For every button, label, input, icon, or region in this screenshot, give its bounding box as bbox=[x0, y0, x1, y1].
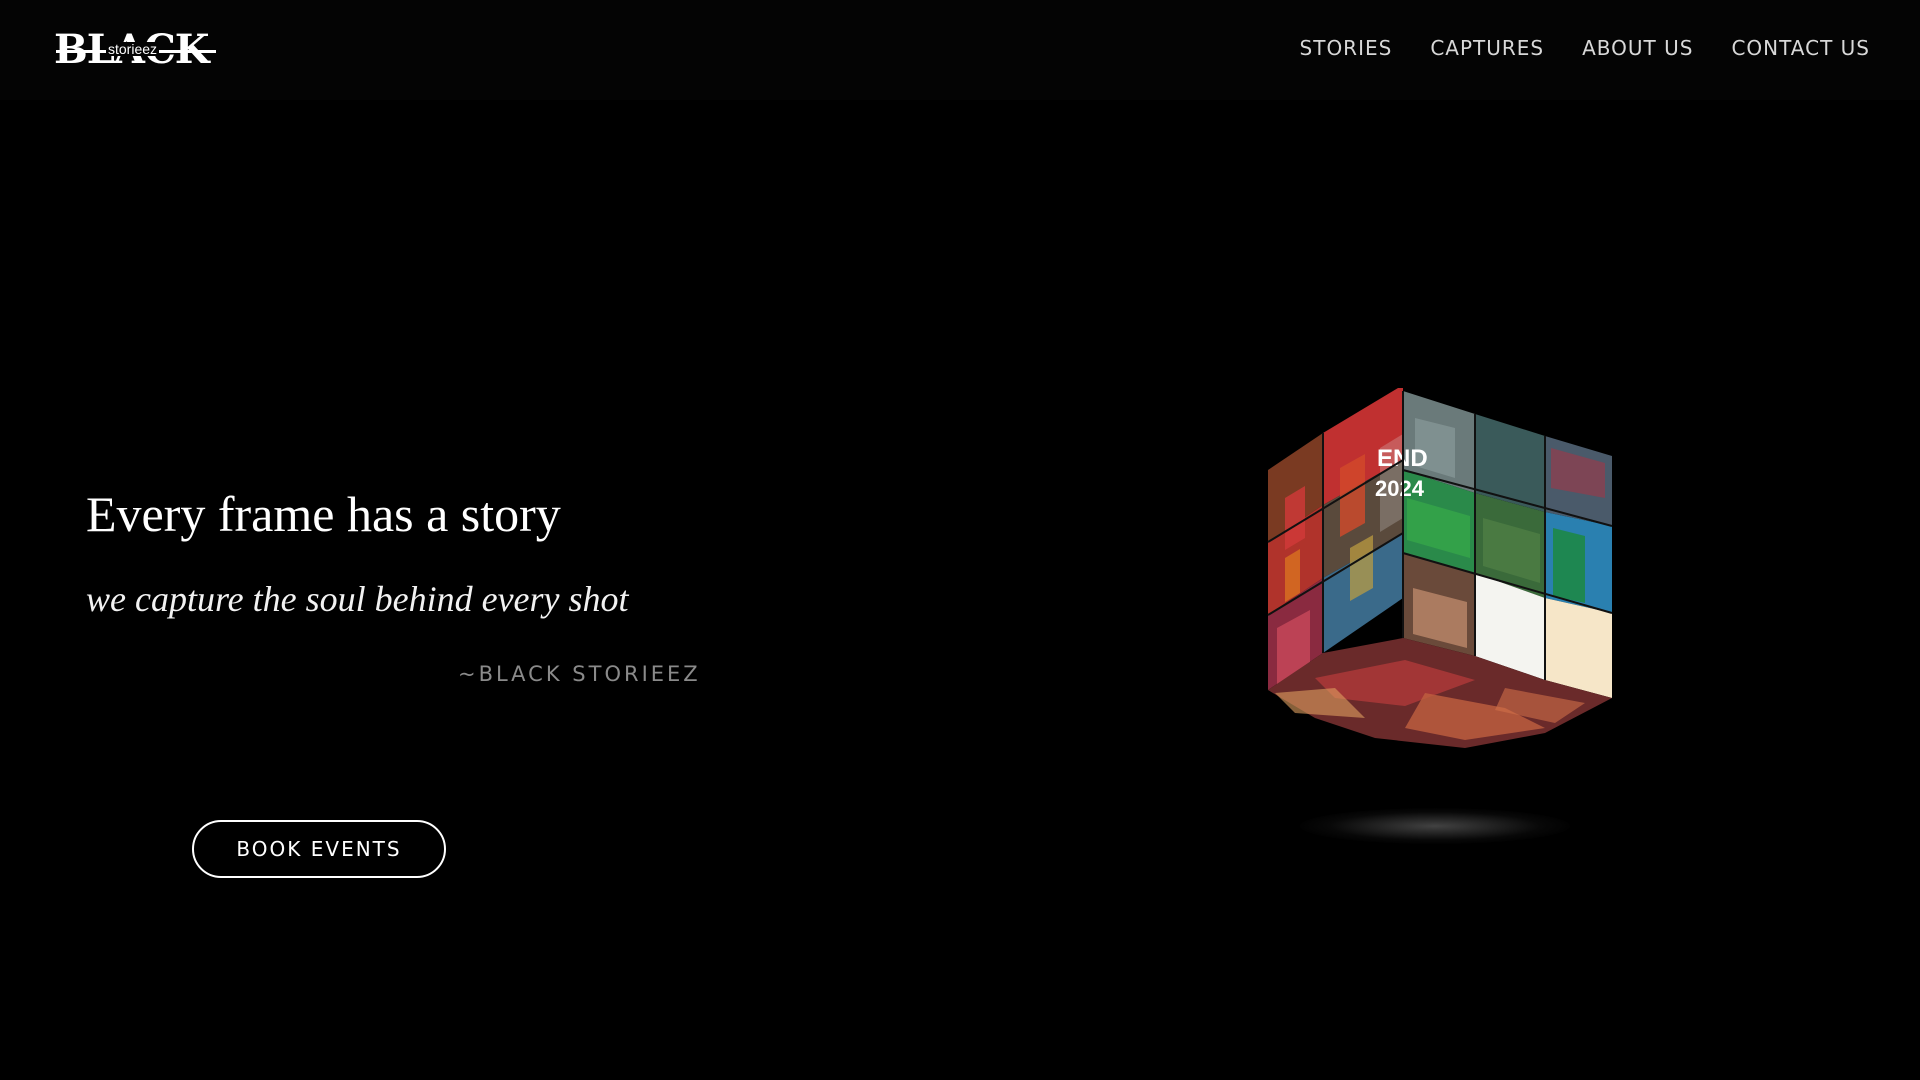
nav-link-stories[interactable]: STORIES bbox=[1300, 36, 1393, 60]
hero-title: Every frame has a story bbox=[86, 486, 561, 542]
site-header: BLACK storieez STORIES CAPTURES ABOUT US… bbox=[0, 0, 1920, 100]
nav-link-contact-us[interactable]: CONTACT US bbox=[1731, 36, 1870, 60]
cube-tile-text-year: 2024 bbox=[1375, 476, 1425, 501]
book-events-button[interactable]: BOOK EVENTS bbox=[192, 820, 446, 878]
nav-link-about-us[interactable]: ABOUT US bbox=[1582, 36, 1693, 60]
main-nav: STORIES CAPTURES ABOUT US CONTACT US bbox=[1300, 36, 1870, 60]
hero-subtitle: we capture the soul behind every shot bbox=[86, 579, 629, 619]
photo-cube[interactable]: END 2024 bbox=[1255, 385, 1635, 858]
photo-cube-graphic: END 2024 bbox=[1267, 385, 1613, 748]
nav-link-captures[interactable]: CAPTURES bbox=[1430, 36, 1544, 60]
hero-signature: ~BLACK STORIEEZ bbox=[458, 662, 701, 686]
brand-logo[interactable]: BLACK storieez bbox=[54, 28, 224, 72]
logo-subtext: storieez bbox=[106, 41, 160, 57]
